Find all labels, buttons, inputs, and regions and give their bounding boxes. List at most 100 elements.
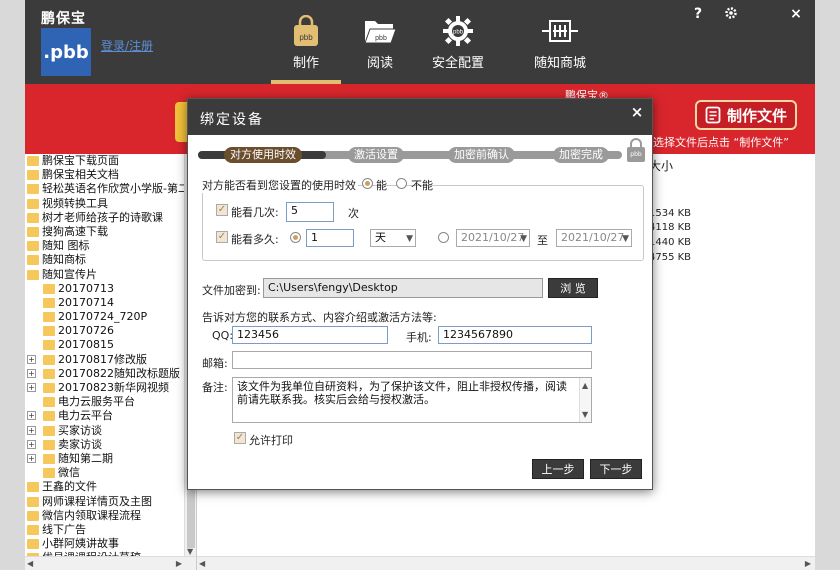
tree-item[interactable]: 20170724_720P xyxy=(25,310,184,324)
scroll-up-icon[interactable]: ▲ xyxy=(582,379,588,392)
tree-item-label: 随知商标 xyxy=(42,253,86,267)
dialog-close-button[interactable]: × xyxy=(628,103,646,121)
tree-item[interactable]: 20170726 xyxy=(25,324,184,338)
next-step-button[interactable]: 下一步 xyxy=(590,459,642,479)
file-list-horizontal-scrollbar[interactable]: ◀ ▶ xyxy=(197,556,815,570)
scroll-down-icon[interactable]: ▼ xyxy=(582,408,588,421)
close-app-button[interactable]: × xyxy=(787,6,805,22)
tree-item-label: 电力云服务平台 xyxy=(58,395,135,409)
tree-item[interactable]: 轻松英语名作欣赏小学版-第二 xyxy=(25,182,184,196)
tree-item-label: 王鑫的文件 xyxy=(42,480,97,494)
tree-item[interactable]: 线下广告 xyxy=(25,523,184,537)
tree-item[interactable]: 王鑫的文件 xyxy=(25,480,184,494)
duration-input[interactable]: 1 xyxy=(306,229,354,247)
folder-tree-list: 鹏保宝下载页面 鹏保宝相关文档 轻松英语名作欣赏小学版-第二 视频转换工具 树才老师给孩… xyxy=(25,154,184,556)
tree-item[interactable]: 电力云服务平台 xyxy=(25,395,184,409)
tree-item[interactable]: +20170817修改版 xyxy=(25,353,184,367)
file-size: 4118 KB xyxy=(649,222,692,233)
expand-icon[interactable]: + xyxy=(27,453,36,463)
folder-icon xyxy=(43,397,55,408)
duration-unit-select[interactable]: 天 ▼ xyxy=(370,229,416,247)
tree-item[interactable]: +20170823新华网视频 xyxy=(25,381,184,395)
make-file-button[interactable]: 制作文件 xyxy=(695,100,797,130)
tree-item[interactable]: 小群阿姨讲故事 xyxy=(25,537,184,551)
qq-input[interactable]: 123456 xyxy=(232,326,388,344)
expand-icon[interactable]: + xyxy=(27,439,36,449)
duration-radio[interactable] xyxy=(290,232,301,243)
tree-item[interactable]: 微信 xyxy=(25,466,184,480)
tab-store[interactable]: 随知商城 xyxy=(525,14,595,84)
tree-item[interactable]: 随知宣传片 xyxy=(25,268,184,282)
folder-icon xyxy=(27,184,39,195)
lock-label: pbb xyxy=(630,151,642,158)
tree-item[interactable]: + 卖家访谈 xyxy=(25,438,184,452)
tree-item[interactable]: + 随知第二期 xyxy=(25,452,184,466)
tab-security[interactable]: pbb 安全配置 xyxy=(423,14,493,84)
expand-icon[interactable]: + xyxy=(27,425,36,435)
radio-can[interactable] xyxy=(362,178,373,189)
save-to-label: 文件加密到: xyxy=(202,284,261,297)
date-to-picker[interactable]: 2021/10/27 ▼ xyxy=(556,229,632,247)
tree-item[interactable]: 微信内领取课程流程 xyxy=(25,509,184,523)
scroll-left-icon[interactable]: ◀ xyxy=(27,559,33,568)
login-link[interactable]: 登录/注册 xyxy=(101,37,153,54)
date-from-picker[interactable]: 2021/10/27 ▼ xyxy=(456,229,530,247)
tab-make[interactable]: pbb 制作 xyxy=(271,14,341,84)
expand-icon[interactable]: + xyxy=(27,383,36,392)
folder-tree[interactable]: 鹏保宝下载页面 鹏保宝相关文档 轻松英语名作欣赏小学版-第二 视频转换工具 树才老师给孩… xyxy=(25,154,197,570)
note-textarea[interactable]: 该文件为我单位自研资料，为了保护该文件，阻止非授权传播，阅读前请先联系我。核实后… xyxy=(232,377,592,423)
folder-icon xyxy=(27,269,39,280)
app-logo: .pbb xyxy=(41,28,91,76)
email-input[interactable] xyxy=(232,351,592,369)
note-scrollbar[interactable]: ▲ ▼ xyxy=(579,378,591,422)
date-to-value: 2021/10/27 xyxy=(561,231,625,244)
duration-checkbox[interactable]: ✓ xyxy=(216,231,228,243)
app-brand: 鹏保宝 xyxy=(41,11,86,27)
settings-button[interactable] xyxy=(722,6,740,24)
expand-icon[interactable]: + xyxy=(27,368,36,378)
scroll-right-icon[interactable]: ▶ xyxy=(805,559,811,568)
date-range-radio[interactable] xyxy=(438,232,449,243)
expand-icon[interactable]: + xyxy=(27,411,36,421)
tree-item[interactable]: 20170714 xyxy=(25,296,184,310)
tree-horizontal-scrollbar[interactable]: ◀ ▶ xyxy=(25,556,196,570)
radio-cannot[interactable] xyxy=(396,178,407,189)
tree-item[interactable]: 视频转换工具 xyxy=(25,197,184,211)
tree-item[interactable]: 20170713 xyxy=(25,282,184,296)
scroll-down-icon[interactable]: ▼ xyxy=(187,547,193,556)
folder-icon xyxy=(27,198,39,209)
folder-icon xyxy=(27,241,39,252)
duration-label: 能看多久: xyxy=(231,233,279,246)
times-label: 能看几次: xyxy=(231,206,279,219)
tree-item[interactable]: 鹏保宝相关文档 xyxy=(25,168,184,182)
tree-item[interactable]: + 买家访谈 xyxy=(25,424,184,438)
tree-item[interactable]: + 电力云平台 xyxy=(25,409,184,423)
prev-step-button[interactable]: 上一步 xyxy=(532,459,584,479)
allow-print-checkbox[interactable]: ✓ xyxy=(234,432,246,444)
times-checkbox[interactable]: ✓ xyxy=(216,204,228,216)
save-path-field[interactable]: C:\Users\fengy\Desktop xyxy=(263,278,543,298)
tab-read[interactable]: pbb 阅读 xyxy=(345,14,415,84)
svg-text:pbb: pbb xyxy=(453,30,464,36)
tree-item[interactable]: 树才老师给孩子的诗歌课 xyxy=(25,211,184,225)
tree-item-label: 小群阿姨讲故事 xyxy=(42,537,119,551)
tree-item[interactable]: 20170815 xyxy=(25,338,184,352)
tree-item[interactable]: 鹏保宝下载页面 xyxy=(25,154,184,168)
tree-item[interactable]: +20170822随知改标题版 xyxy=(25,367,184,381)
tree-item[interactable]: 随知 图标 xyxy=(25,239,184,253)
tree-item[interactable]: 随知商标 xyxy=(25,253,184,267)
browse-button[interactable]: 浏 览 xyxy=(548,278,598,298)
tree-item[interactable]: 搜狗高速下载 xyxy=(25,225,184,239)
tree-item-label: 鹏保宝下载页面 xyxy=(42,154,119,167)
scroll-left-icon[interactable]: ◀ xyxy=(199,559,205,568)
phone-input[interactable]: 1234567890 xyxy=(438,326,592,344)
help-button[interactable]: ? xyxy=(689,6,707,22)
tree-item[interactable]: 网师课程详情页及主图 xyxy=(25,495,184,509)
folder-icon xyxy=(43,297,55,308)
folder-icon xyxy=(43,283,55,294)
expand-icon[interactable]: + xyxy=(27,354,36,364)
duration-unit-value: 天 xyxy=(375,231,386,244)
scroll-right-icon[interactable]: ▶ xyxy=(176,559,182,568)
times-input[interactable]: 5 xyxy=(286,202,334,222)
date-separator: 至 xyxy=(537,234,548,247)
